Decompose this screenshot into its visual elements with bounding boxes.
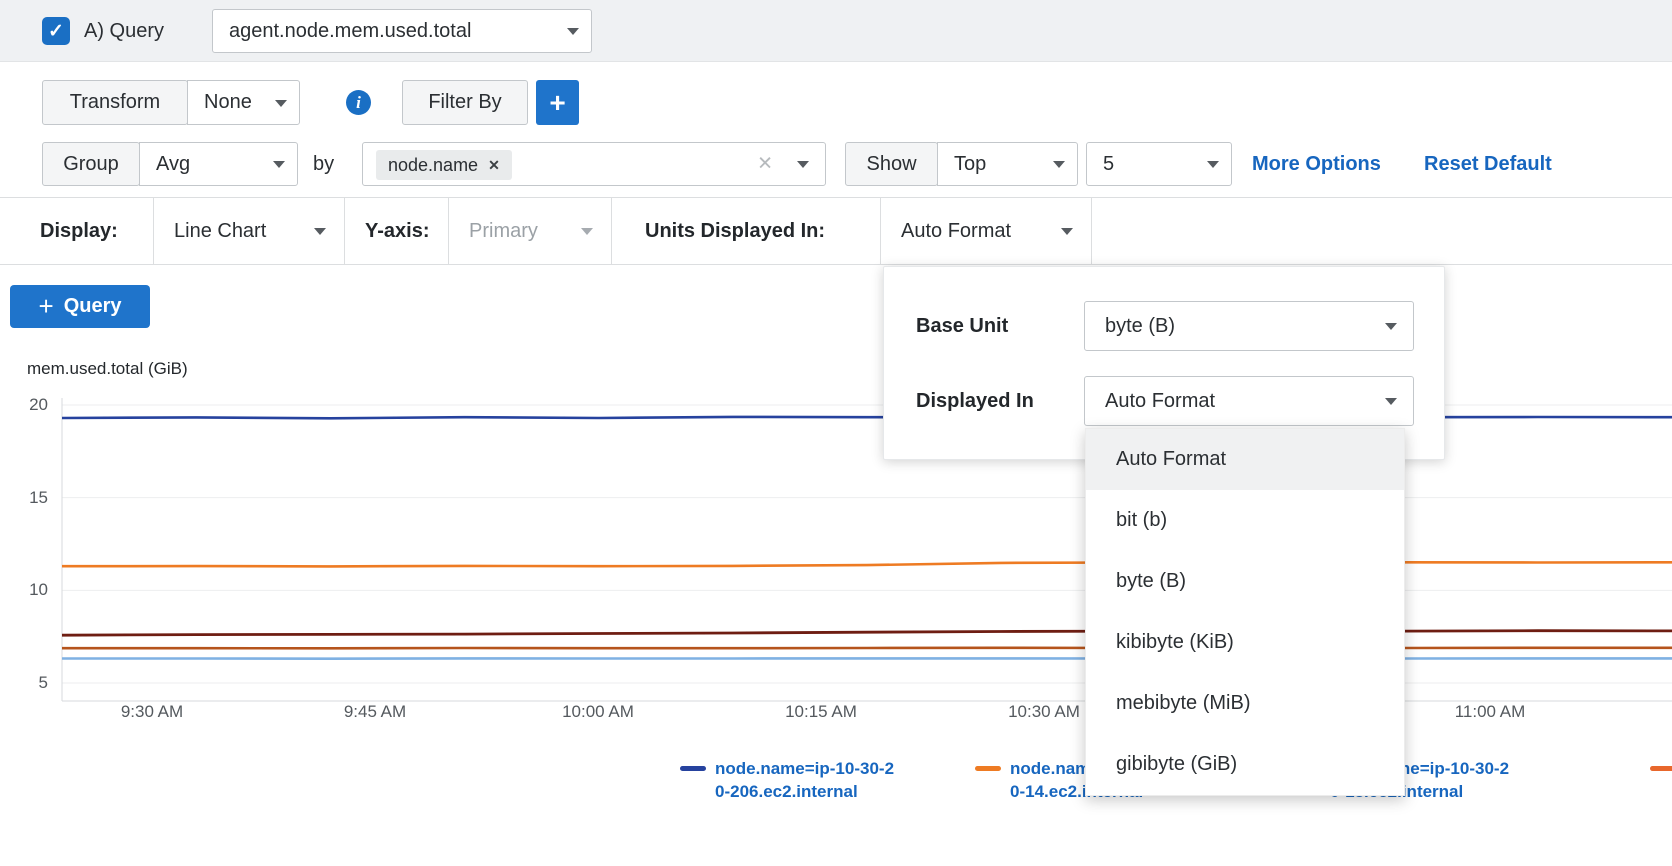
y-tick-label: 15 [0, 487, 48, 509]
chevron-down-icon [567, 28, 579, 35]
units-label: Units Displayed In: [645, 198, 825, 264]
yaxis-label: Y-axis: [365, 198, 429, 264]
chart-legend: node.name=ip-10-30-20-206.ec2.internalno… [0, 757, 1672, 821]
query-row: ✓ A) Query agent.node.mem.used.total [0, 0, 1672, 62]
aggregation-select[interactable]: Avg [139, 142, 298, 186]
legend-dash-icon [1650, 766, 1672, 771]
show-count-select[interactable]: 5 [1086, 142, 1232, 186]
x-tick-label: 9:30 AM [92, 700, 212, 724]
series-line-3 [62, 648, 1672, 649]
display-label: Display: [40, 198, 118, 264]
add-filter-button[interactable]: + [536, 80, 579, 125]
add-query-button[interactable]: + Query [10, 285, 150, 328]
yaxis-value: Primary [449, 220, 584, 243]
x-tick-label: 9:45 AM [315, 700, 435, 724]
chevron-down-icon [1061, 228, 1073, 235]
chevron-down-icon [275, 100, 287, 107]
chip-remove-icon[interactable]: ✕ [488, 157, 500, 174]
show-mode-select[interactable]: Top [937, 142, 1078, 186]
group-by-field[interactable]: node.name ✕ ✕ [362, 142, 826, 186]
group-row: Group Avg by node.name ✕ ✕ Show Top 5 Mo… [0, 140, 1672, 197]
transform-label-cell: Transform [42, 80, 188, 125]
transform-row: Transform None i Filter By + [0, 62, 1672, 140]
by-label: by [313, 142, 334, 186]
units-menu-option[interactable]: kibibyte (KiB) [1086, 612, 1404, 673]
show-mode-value: Top [938, 153, 1022, 176]
info-glyph: i [356, 93, 361, 113]
chevron-down-icon [581, 228, 593, 235]
displayed-in-select[interactable]: Auto Format [1084, 376, 1414, 426]
displayed-in-label: Displayed In [916, 376, 1034, 426]
displayed-in-value: Auto Format [1085, 390, 1261, 413]
add-query-label: Query [64, 295, 122, 318]
transform-label: Transform [70, 91, 160, 114]
display-type-value: Line Chart [154, 220, 312, 243]
metric-select[interactable]: agent.node.mem.used.total [212, 9, 592, 53]
plus-icon: + [39, 291, 54, 322]
y-tick-label: 20 [0, 394, 48, 416]
plus-icon: + [549, 87, 565, 119]
info-icon[interactable]: i [346, 90, 371, 115]
units-menu-option[interactable]: Auto Format [1086, 429, 1404, 490]
filter-by-label: Filter By [428, 91, 501, 114]
aggregation-value: Avg [140, 153, 226, 176]
units-menu-option[interactable]: byte (B) [1086, 551, 1404, 612]
query-label: A) Query [84, 0, 164, 62]
units-menu-option[interactable]: bit (b) [1086, 490, 1404, 551]
base-unit-select[interactable]: byte (B) [1084, 301, 1414, 351]
group-by-chip[interactable]: node.name ✕ [376, 150, 512, 180]
group-label: Group [63, 153, 119, 176]
units-value: Auto Format [881, 220, 1057, 243]
chart-axis-title: mem.used.total (GiB) [27, 359, 188, 379]
chevron-down-icon [1385, 323, 1397, 330]
chevron-down-icon [1385, 398, 1397, 405]
series-line-2 [62, 631, 1672, 636]
transform-select[interactable]: None [187, 80, 300, 125]
x-tick-label: 10:15 AM [761, 700, 881, 724]
yaxis-select[interactable]: Primary [448, 198, 612, 264]
transform-select-value: None [188, 91, 288, 114]
display-type-select[interactable]: Line Chart [153, 198, 345, 264]
series-line-1 [62, 562, 1672, 566]
base-unit-label: Base Unit [916, 301, 1008, 351]
y-tick-label: 10 [0, 579, 48, 601]
reset-default-link[interactable]: Reset Default [1424, 142, 1552, 186]
more-options-link[interactable]: More Options [1252, 142, 1381, 186]
units-menu-option[interactable]: gibibyte (GiB) [1086, 734, 1404, 795]
x-tick-label: 10:00 AM [538, 700, 658, 724]
base-unit-value: byte (B) [1085, 315, 1221, 338]
units-select[interactable]: Auto Format [880, 198, 1092, 264]
filter-by-cell: Filter By [402, 80, 528, 125]
show-count-value: 5 [1087, 153, 1150, 176]
chevron-down-icon [1207, 161, 1219, 168]
y-tick-label: 5 [0, 672, 48, 694]
chevron-down-icon [1053, 161, 1065, 168]
group-label-cell: Group [42, 142, 140, 186]
show-label-cell: Show [845, 142, 938, 186]
chevron-down-icon[interactable] [797, 161, 809, 168]
display-row: Display: Line Chart Y-axis: Primary Unit… [0, 197, 1672, 265]
x-tick-label: 11:00 AM [1430, 700, 1550, 724]
show-label: Show [866, 153, 916, 176]
units-dropdown-menu: Auto Formatbit (b)byte (B)kibibyte (KiB)… [1085, 428, 1405, 796]
clear-groupby-icon[interactable]: ✕ [757, 153, 773, 176]
legend-dash-icon [975, 766, 1001, 771]
legend-item[interactable] [1650, 757, 1672, 771]
checkbox-check-icon: ✓ [48, 20, 64, 43]
chip-label: node.name [388, 155, 478, 176]
chevron-down-icon [314, 228, 326, 235]
legend-label: node.name=ip-10-30-20-206.ec2.internal [715, 757, 894, 803]
legend-item[interactable]: node.name=ip-10-30-20-206.ec2.internal [680, 757, 894, 803]
query-enabled-checkbox[interactable]: ✓ [42, 17, 70, 45]
chevron-down-icon [273, 161, 285, 168]
metric-select-value: agent.node.mem.used.total [213, 20, 507, 43]
units-menu-option[interactable]: mebibyte (MiB) [1086, 673, 1404, 734]
legend-dash-icon [680, 766, 706, 771]
